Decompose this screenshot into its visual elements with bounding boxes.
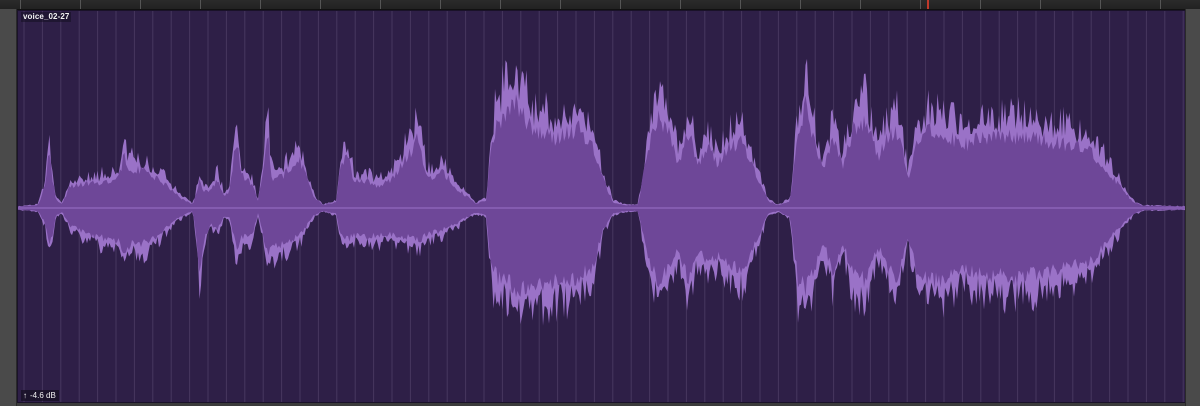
- ruler-tick: [320, 0, 321, 9]
- ruler-tick: [80, 0, 81, 9]
- ruler-tick: [800, 0, 801, 9]
- ruler-tick: [260, 0, 261, 9]
- ruler-tick: [20, 0, 21, 9]
- clip-gain-handle[interactable]: ↑ -4.6 dB: [21, 390, 59, 401]
- ruler-tick: [620, 0, 621, 9]
- ruler-tick: [920, 0, 921, 9]
- ruler-tick: [1040, 0, 1041, 9]
- vertical-scrollbar[interactable]: [1185, 9, 1200, 406]
- timeline-ruler[interactable]: [0, 0, 1200, 10]
- arrow-up-icon: ↑: [23, 390, 27, 400]
- clip-gain-readout: -4.6 dB: [30, 391, 56, 400]
- ruler-tick: [380, 0, 381, 9]
- ruler-tick: [680, 0, 681, 9]
- ruler-tick: [440, 0, 441, 9]
- ruler-tick: [140, 0, 141, 9]
- ruler-tick: [740, 0, 741, 9]
- playhead-marker[interactable]: [927, 0, 929, 9]
- ruler-tick: [980, 0, 981, 9]
- ruler-tick: [560, 0, 561, 9]
- region-name[interactable]: voice_02-27: [21, 12, 72, 22]
- audio-editor-window: voice_02-27 ↑ -4.6 dB: [0, 0, 1200, 406]
- ruler-tick: [860, 0, 861, 9]
- ruler-tick: [1100, 0, 1101, 9]
- waveform-display: [18, 11, 1185, 402]
- ruler-tick: [500, 0, 501, 9]
- audio-region[interactable]: voice_02-27 ↑ -4.6 dB: [17, 10, 1186, 403]
- ruler-tick: [200, 0, 201, 9]
- track-header-gutter: [0, 9, 17, 406]
- ruler-tick: [1160, 0, 1161, 9]
